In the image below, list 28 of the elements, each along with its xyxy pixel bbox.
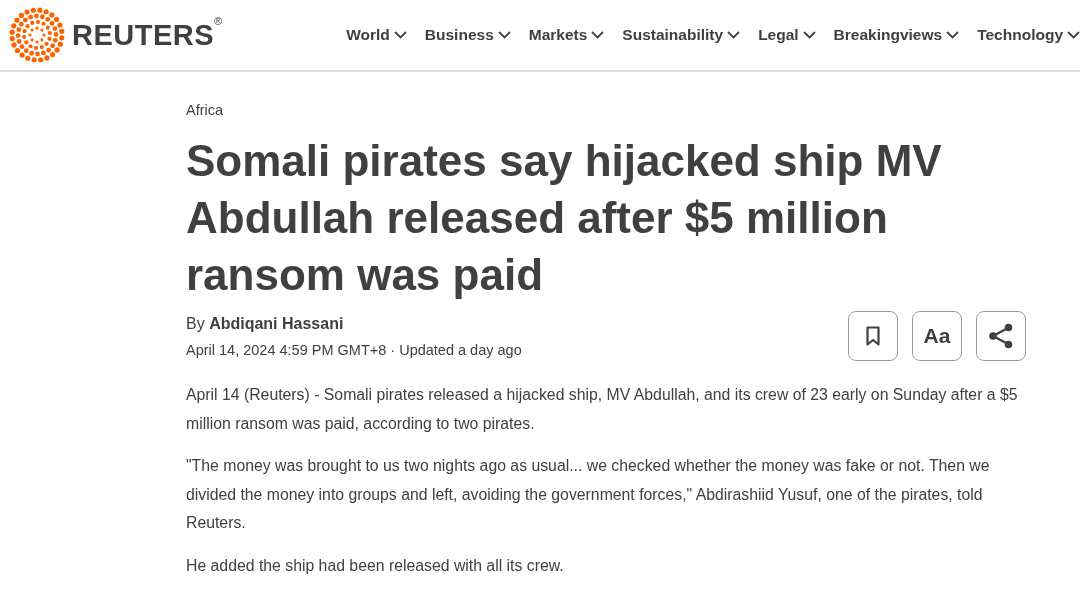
- bookmark-icon: [866, 326, 880, 346]
- chevron-down-icon: [497, 31, 511, 39]
- nav-menu-item[interactable]: Business: [424, 26, 511, 44]
- article-paragraph: "The money was brought to us two nights ago as usual... we checked whether the money was fake or not. Then we divided the money into groups and left, avoiding the government forces," Abdirashiid Yusuf, one of the pirates, told Reuters.: [186, 456, 991, 533]
- nav-menu-item[interactable]: World: [346, 26, 407, 44]
- nav-menu-item[interactable]: Markets: [528, 26, 605, 44]
- article-headline: Somali pirates say hijacked ship MV Abdullah released after $5 million ransom was paid: [186, 135, 943, 301]
- text-size-button[interactable]: Aa: [912, 311, 962, 361]
- category-link[interactable]: Africa: [186, 102, 1026, 118]
- share-icon: [988, 323, 1014, 349]
- bookmark-button[interactable]: [848, 311, 898, 361]
- logo-icon: [8, 6, 66, 64]
- chevron-down-icon: [946, 31, 960, 39]
- chevron-down-icon: [1067, 31, 1080, 39]
- share-button[interactable]: [976, 311, 1026, 361]
- chevron-down-icon: [591, 31, 605, 39]
- publish-date: April 14, 2024 4:59 PM GMT+8 · Updated a day ago: [186, 341, 522, 358]
- chevron-down-icon: [802, 31, 816, 39]
- chevron-down-icon: [393, 31, 407, 39]
- nav-menu-item[interactable]: Technology: [977, 26, 1080, 44]
- article-paragraph: He added the ship had been released with all its crew.: [186, 555, 565, 576]
- chevron-down-icon: [727, 31, 741, 39]
- nav-menu-item[interactable]: Legal: [758, 26, 816, 44]
- nav-menu-item[interactable]: Sustainability: [622, 26, 741, 44]
- brand-wordmark[interactable]: REUTERS$^{®}$: [72, 18, 223, 52]
- article-paragraph: April 14 (Reuters) - Somali pirates released a hijacked ship, MV Abdullah, and its crew of 23 early on Sunday after a $5 million ransom was paid, according to two pirates.: [186, 385, 1019, 434]
- byline: By Abdiqani Hassani: [186, 314, 345, 333]
- nav-menu-item[interactable]: Breakingviews: [833, 26, 960, 44]
